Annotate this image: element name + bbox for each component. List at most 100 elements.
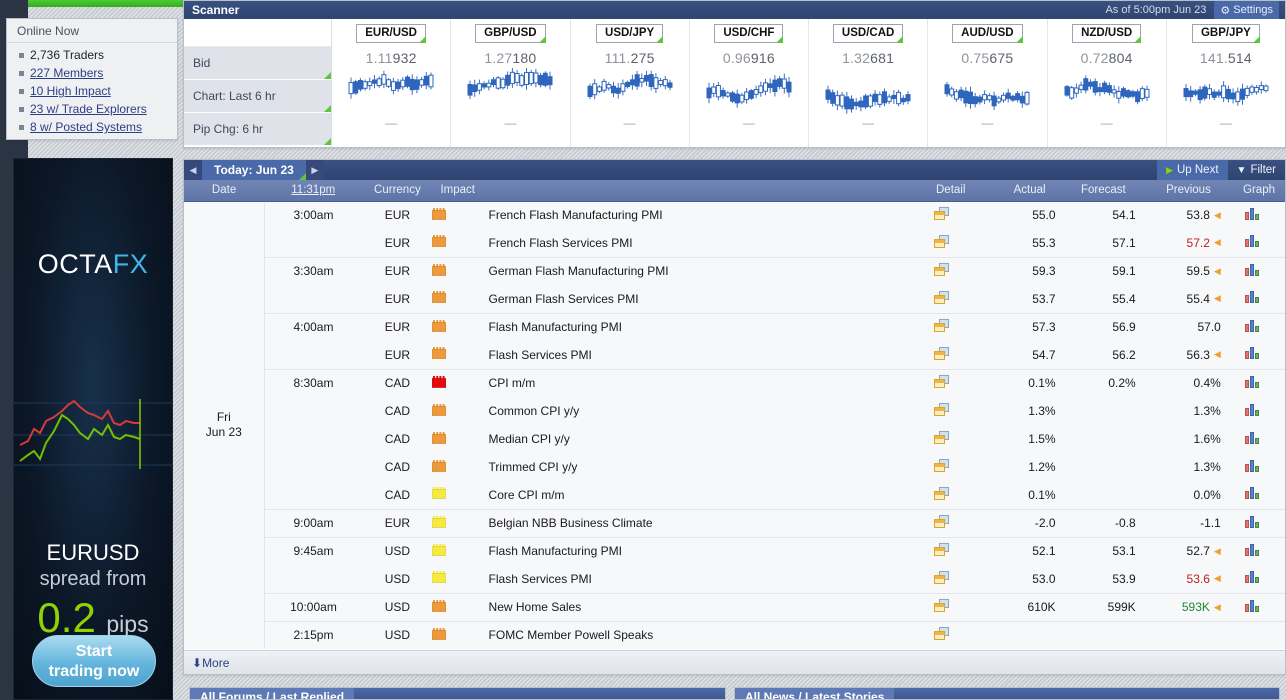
event-graph-cell[interactable] <box>1220 508 1285 537</box>
graph-icon[interactable] <box>1245 375 1260 388</box>
event-impact[interactable] <box>432 453 489 481</box>
graph-icon[interactable] <box>1245 515 1260 528</box>
table-row[interactable]: 3:30am EUR German Flash Manufacturing PMI 5… <box>184 256 1285 285</box>
graph-icon[interactable] <box>1245 487 1260 500</box>
event-title[interactable]: Common CPI y/y <box>488 397 908 425</box>
pair-chip[interactable]: GBP/USD <box>475 24 546 43</box>
tab-all-news[interactable]: All News / Latest Stories <box>735 688 895 699</box>
graph-icon[interactable] <box>1245 599 1260 612</box>
detail-icon[interactable] <box>933 543 949 557</box>
event-impact[interactable] <box>432 425 489 453</box>
start-trading-button[interactable]: Start trading now <box>32 635 156 687</box>
event-graph-cell[interactable] <box>1220 453 1285 481</box>
event-impact[interactable] <box>432 256 489 285</box>
detail-icon[interactable] <box>933 599 949 612</box>
event-graph-cell[interactable] <box>1220 565 1285 593</box>
event-graph-cell[interactable] <box>1220 256 1285 285</box>
event-graph-cell[interactable] <box>1220 425 1285 453</box>
detail-icon[interactable] <box>933 431 949 444</box>
event-impact[interactable] <box>432 285 489 313</box>
table-row[interactable]: EUR German Flash Services PMI 53.7 55.4 55.4… <box>184 285 1285 313</box>
event-graph-cell[interactable] <box>1220 341 1285 369</box>
online-members-link[interactable]: 227 Members <box>30 66 103 80</box>
list-item[interactable]: 10 High Impact <box>19 83 177 101</box>
table-row[interactable]: CAD Trimmed CPI y/y 1.2% 1.3% <box>184 453 1285 481</box>
pair-chip[interactable]: USD/CAD <box>832 24 904 43</box>
event-detail-cell[interactable] <box>907 341 976 369</box>
event-title[interactable]: Flash Services PMI <box>488 341 908 369</box>
detail-icon[interactable] <box>933 263 949 277</box>
graph-icon[interactable] <box>1245 235 1260 248</box>
online-trade-explorers-link[interactable]: 23 w/ Trade Explorers <box>30 102 147 116</box>
event-detail-cell[interactable] <box>907 312 976 341</box>
event-graph-cell[interactable] <box>1220 312 1285 341</box>
up-next-button[interactable]: ▶ Up Next <box>1157 160 1228 180</box>
event-detail-cell[interactable] <box>907 285 976 313</box>
detail-icon[interactable] <box>933 375 949 389</box>
event-graph-cell[interactable] <box>1220 592 1285 621</box>
event-impact[interactable] <box>432 620 489 649</box>
graph-icon[interactable] <box>1245 459 1260 472</box>
event-title[interactable]: New Home Sales <box>488 592 908 621</box>
event-impact[interactable] <box>432 201 489 229</box>
event-detail-cell[interactable] <box>907 425 976 453</box>
graph-icon[interactable] <box>1245 263 1260 276</box>
event-title[interactable]: Flash Services PMI <box>488 565 908 593</box>
event-title[interactable]: Flash Manufacturing PMI <box>488 536 908 565</box>
event-impact[interactable] <box>432 341 489 369</box>
pair-chip[interactable]: GBP/JPY <box>1191 24 1260 43</box>
detail-icon[interactable] <box>933 403 949 416</box>
table-row[interactable]: 9:45am USD Flash Manufacturing PMI 52.1 53.1… <box>184 536 1285 565</box>
event-detail-cell[interactable] <box>907 453 976 481</box>
col-time[interactable]: 11:31pm <box>264 180 363 202</box>
event-graph-cell[interactable] <box>1220 368 1285 397</box>
event-detail-cell[interactable] <box>907 592 976 621</box>
event-impact[interactable] <box>432 312 489 341</box>
col-time-label[interactable]: 11:31pm <box>291 184 335 196</box>
detail-icon[interactable] <box>933 570 949 584</box>
detail-icon[interactable] <box>933 346 949 360</box>
event-impact[interactable] <box>432 481 489 509</box>
event-impact[interactable] <box>432 368 489 397</box>
list-item[interactable]: 227 Members <box>19 65 177 83</box>
event-impact[interactable] <box>432 565 489 593</box>
event-graph-cell[interactable] <box>1220 620 1285 649</box>
event-impact[interactable] <box>432 229 489 257</box>
more-link[interactable]: ⬇More <box>192 656 229 670</box>
table-row[interactable]: CAD Core CPI m/m 0.1% 0.0% <box>184 481 1285 509</box>
detail-icon[interactable] <box>933 515 949 528</box>
event-title[interactable]: French Flash Services PMI <box>488 229 908 257</box>
event-title[interactable]: FOMC Member Powell Speaks <box>488 620 908 649</box>
detail-icon[interactable] <box>933 486 949 500</box>
table-row[interactable]: 2:15pm USD FOMC Member Powell Speaks <box>184 620 1285 649</box>
event-impact[interactable] <box>432 397 489 425</box>
table-row[interactable]: 4:00am EUR Flash Manufacturing PMI 57.3 56.9… <box>184 312 1285 341</box>
event-title[interactable]: German Flash Manufacturing PMI <box>488 256 908 285</box>
filter-button[interactable]: ▼ Filter <box>1228 160 1285 180</box>
event-detail-cell[interactable] <box>907 201 976 229</box>
event-impact[interactable] <box>432 536 489 565</box>
tab-all-forums[interactable]: All Forums / Last Replied <box>190 688 355 699</box>
pair-chip[interactable]: USD/JPY <box>596 24 664 43</box>
table-row[interactable]: 9:00am EUR Belgian NBB Business Climate -2.… <box>184 508 1285 537</box>
event-title[interactable]: Flash Manufacturing PMI <box>488 312 908 341</box>
event-graph-cell[interactable] <box>1220 285 1285 313</box>
graph-icon[interactable] <box>1245 319 1260 332</box>
table-row[interactable]: 8:30am CAD CPI m/m 0.1% 0.2% 0.4% <box>184 368 1285 397</box>
list-item[interactable]: 23 w/ Trade Explorers <box>19 101 177 119</box>
graph-icon[interactable] <box>1245 207 1260 220</box>
detail-icon[interactable] <box>933 627 949 641</box>
event-title[interactable]: German Flash Services PMI <box>488 285 908 313</box>
event-title[interactable]: Median CPI y/y <box>488 425 908 453</box>
graph-icon[interactable] <box>1245 291 1260 304</box>
next-day-button[interactable]: ▶ <box>305 160 324 180</box>
detail-icon[interactable] <box>933 319 949 333</box>
event-detail-cell[interactable] <box>907 536 976 565</box>
online-high-impact-link[interactable]: 10 High Impact <box>30 84 111 98</box>
event-detail-cell[interactable] <box>907 565 976 593</box>
scanner-label-pipchg[interactable]: Pip Chg: 6 hr <box>184 113 331 146</box>
table-row[interactable]: 10:00am USD New Home Sales 610K 599K 593K ◀ <box>184 592 1285 621</box>
pair-chip[interactable]: AUD/USD <box>952 24 1023 43</box>
event-impact[interactable] <box>432 508 489 537</box>
advertisement-banner[interactable]: OCTAFX EURUSD spread from 0.2 pips Start… <box>13 158 173 700</box>
